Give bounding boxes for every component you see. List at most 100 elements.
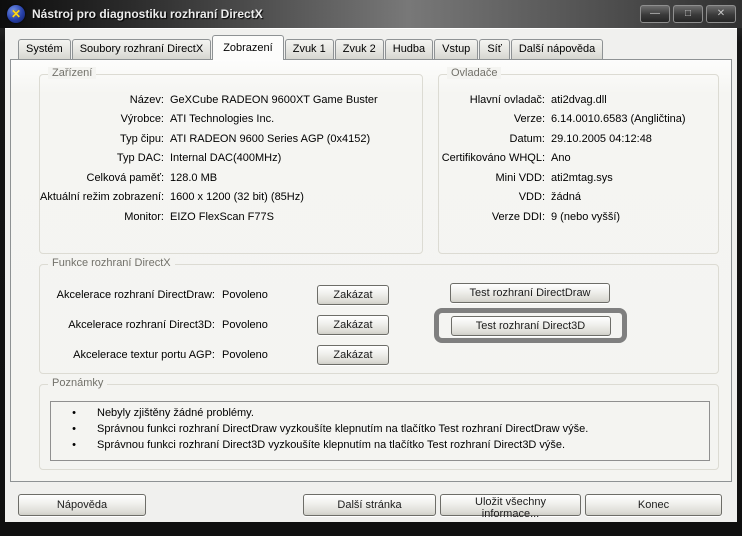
device-row: Výrobce: ATI Technologies Inc. bbox=[40, 110, 422, 130]
device-row-value: ATI Technologies Inc. bbox=[170, 113, 274, 125]
device-row-value: GeXCube RADEON 9600XT Game Buster bbox=[170, 94, 378, 106]
driver-row: Hlavní ovladač: ati2dvag.dll bbox=[439, 90, 718, 110]
driver-row-label: Datum: bbox=[439, 133, 545, 145]
device-row-label: Název: bbox=[40, 94, 164, 106]
driver-row: Verze: 6.14.0010.6583 (Angličtina) bbox=[439, 110, 718, 130]
device-row: Aktuální režim zobrazení: 1600 x 1200 (32… bbox=[40, 188, 422, 208]
disable-agp-button[interactable]: Zakázat bbox=[317, 345, 389, 365]
driver-row-value: Ano bbox=[551, 152, 571, 164]
driver-row-label: Mini VDD: bbox=[439, 172, 545, 184]
device-row-label: Typ DAC: bbox=[40, 152, 164, 164]
note-item: •Správnou funkci rozhraní DirectDraw vyz… bbox=[51, 421, 709, 437]
bullet-icon: • bbox=[51, 437, 97, 453]
driver-row: Verze DDI: 9 (nebo vyšší) bbox=[439, 207, 718, 227]
test-direct3d-button[interactable]: Test rozhraní Direct3D bbox=[451, 316, 611, 336]
device-row-label: Celková paměť: bbox=[40, 172, 164, 184]
drivers-group: Ovladače Hlavní ovladač:ati2dvag.dll Ver… bbox=[438, 74, 719, 254]
action-highlight-ring: Test rozhraní Direct3D bbox=[434, 308, 627, 343]
device-group: Zařízení Název:GeXCube RADEON 9600XT Gam… bbox=[39, 74, 423, 254]
close-button[interactable]: ✕ bbox=[706, 5, 736, 23]
driver-row-value: žádná bbox=[551, 191, 581, 203]
feature-row: Akcelerace rozhraní DirectDraw: Povoleno bbox=[48, 286, 268, 305]
feature-label: Akcelerace rozhraní Direct3D: bbox=[48, 316, 215, 335]
driver-row-label: Certifikováno WHQL: bbox=[439, 152, 545, 164]
driver-row-value: 9 (nebo vyšší) bbox=[551, 211, 620, 223]
driver-row-label: Hlavní ovladač: bbox=[439, 94, 545, 106]
device-row: Název: GeXCube RADEON 9600XT Game Buster bbox=[40, 90, 422, 110]
dialog-body: Systém Soubory rozhraní DirectX Zobrazen… bbox=[5, 28, 737, 522]
device-row-label: Monitor: bbox=[40, 211, 164, 223]
help-button[interactable]: Nápověda bbox=[18, 494, 146, 516]
device-group-title: Zařízení bbox=[48, 67, 96, 79]
test-directdraw-button[interactable]: Test rozhraní DirectDraw bbox=[450, 283, 610, 303]
note-item: •Správnou funkci rozhraní Direct3D vyzko… bbox=[51, 437, 709, 453]
bullet-icon: • bbox=[51, 421, 97, 437]
feature-status: Povoleno bbox=[222, 286, 268, 305]
device-row-value: 1600 x 1200 (32 bit) (85Hz) bbox=[170, 191, 304, 203]
feature-label: Akcelerace rozhraní DirectDraw: bbox=[48, 286, 215, 305]
display-tab-page: Zařízení Název: GeXCube RADEON 9600XT Gam… bbox=[10, 59, 732, 482]
save-all-information-button[interactable]: Uložit všechny informace... bbox=[440, 494, 581, 516]
window-controls: — □ ✕ bbox=[640, 5, 736, 23]
driver-row-label: Verze DDI: bbox=[439, 211, 545, 223]
tab-sound2[interactable]: Zvuk 2 bbox=[335, 39, 384, 59]
maximize-button[interactable]: □ bbox=[673, 5, 703, 23]
note-text: Správnou funkci rozhraní Direct3D vyzkou… bbox=[97, 437, 565, 453]
bullet-icon: • bbox=[51, 405, 97, 421]
directx-features-group: Funkce rozhraní DirectX Akcelerace rozhr… bbox=[39, 264, 719, 374]
directx-logo-icon: ✕ bbox=[7, 5, 25, 23]
device-row-label: Aktuální režim zobrazení: bbox=[40, 191, 164, 203]
window-title: Nástroj pro diagnostiku rozhraní DirectX bbox=[32, 7, 263, 21]
note-item: •Nebyly zjištěny žádné problémy. bbox=[51, 405, 709, 421]
notes-list: •Nebyly zjištěny žádné problémy. •Správn… bbox=[50, 401, 710, 461]
title-bar: ✕ Nástroj pro diagnostiku rozhraní Direc… bbox=[0, 0, 742, 28]
device-row-label: Typ čipu: bbox=[40, 133, 164, 145]
driver-row: VDD: žádná bbox=[439, 188, 718, 208]
exit-button[interactable]: Konec bbox=[585, 494, 722, 516]
feature-label: Akcelerace textur portu AGP: bbox=[48, 346, 215, 365]
drivers-group-title: Ovladače bbox=[447, 67, 501, 79]
driver-row-value: 29.10.2005 04:12:48 bbox=[551, 133, 652, 145]
notes-group: Poznámky •Nebyly zjištěny žádné problémy… bbox=[39, 384, 719, 470]
tab-strip: Systém Soubory rozhraní DirectX Zobrazen… bbox=[18, 35, 604, 59]
device-row-value: EIZO FlexScan F77S bbox=[170, 211, 274, 223]
note-text: Nebyly zjištěny žádné problémy. bbox=[97, 405, 254, 421]
note-text: Správnou funkci rozhraní DirectDraw vyzk… bbox=[97, 421, 588, 437]
tab-sound1[interactable]: Zvuk 1 bbox=[285, 39, 334, 59]
device-row-value: 128.0 MB bbox=[170, 172, 217, 184]
tab-system[interactable]: Systém bbox=[18, 39, 71, 59]
next-page-button[interactable]: Další stránka bbox=[303, 494, 436, 516]
device-row: Monitor: EIZO FlexScan F77S bbox=[40, 207, 422, 227]
directx-logo-glyph: ✕ bbox=[11, 8, 21, 20]
tab-music[interactable]: Hudba bbox=[385, 39, 433, 59]
device-row: Typ DAC: Internal DAC(400MHz) bbox=[40, 149, 422, 169]
tab-directx-files[interactable]: Soubory rozhraní DirectX bbox=[72, 39, 212, 59]
notes-group-title: Poznámky bbox=[48, 377, 107, 389]
driver-row-value: ati2mtag.sys bbox=[551, 172, 613, 184]
driver-row-value: ati2dvag.dll bbox=[551, 94, 607, 106]
tab-input[interactable]: Vstup bbox=[434, 39, 478, 59]
tab-more-help[interactable]: Další nápověda bbox=[511, 39, 603, 59]
dxdiag-window: ✕ Nástroj pro diagnostiku rozhraní Direc… bbox=[0, 0, 742, 536]
disable-directdraw-button[interactable]: Zakázat bbox=[317, 285, 389, 305]
disable-direct3d-button[interactable]: Zakázat bbox=[317, 315, 389, 335]
device-row: Typ čipu:ATI RADEON 9600 Series AGP (0x4… bbox=[40, 129, 422, 149]
device-info-rows: Název:GeXCube RADEON 9600XT Game Buster … bbox=[40, 75, 422, 227]
driver-row-label: Verze: bbox=[439, 113, 545, 125]
tab-network[interactable]: Síť bbox=[479, 39, 510, 59]
driver-row: Datum: 29.10.2005 04:12:48 bbox=[439, 129, 718, 149]
device-row-value: Internal DAC(400MHz) bbox=[170, 152, 281, 164]
tab-display[interactable]: Zobrazení bbox=[212, 35, 284, 60]
driver-row: Certifikováno WHQL: Ano bbox=[439, 149, 718, 169]
device-row: Celková paměť: 128.0 MB bbox=[40, 168, 422, 188]
features-group-title: Funkce rozhraní DirectX bbox=[48, 257, 175, 269]
feature-row: Akcelerace rozhraní Direct3D: Povoleno bbox=[48, 316, 268, 335]
feature-status: Povoleno bbox=[222, 346, 268, 365]
driver-row: Mini VDD: ati2mtag.sys bbox=[439, 168, 718, 188]
driver-row-label: VDD: bbox=[439, 191, 545, 203]
drivers-info-rows: Hlavní ovladač: ati2dvag.dll Verze: 6.14.0… bbox=[439, 75, 718, 227]
device-row-label: Výrobce: bbox=[40, 113, 164, 125]
driver-row-value: 6.14.0010.6583 (Angličtina) bbox=[551, 113, 686, 125]
minimize-button[interactable]: — bbox=[640, 5, 670, 23]
feature-row: Akcelerace textur portu AGP: Povoleno bbox=[48, 346, 268, 365]
